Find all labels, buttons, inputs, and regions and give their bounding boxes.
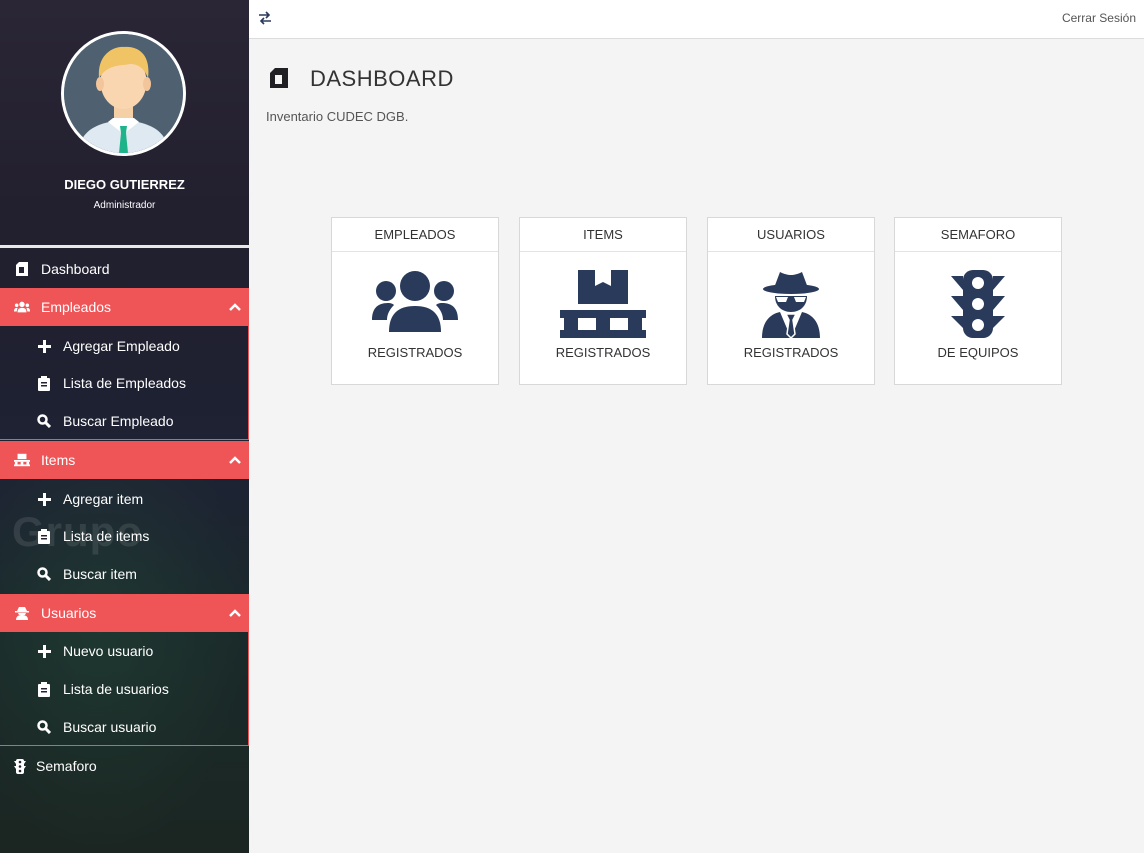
clipboard-icon: [36, 375, 52, 391]
profile-name: DIEGO GUTIERREZ: [64, 177, 185, 192]
users-icon: [332, 270, 498, 338]
user-secret-icon: [708, 270, 874, 338]
pallet-icon: [14, 452, 30, 468]
sidebar-section-empleados[interactable]: Empleados: [0, 288, 249, 326]
plus-icon: [36, 643, 52, 659]
traffic-light-icon: [12, 758, 28, 774]
chevron-up-icon: [227, 605, 243, 621]
clipboard-icon: [36, 681, 52, 697]
avatar: [61, 31, 186, 156]
sidebar-item-semaforo[interactable]: Semaforo: [0, 747, 249, 785]
sidebar-section-label: Empleados: [41, 299, 112, 315]
sidebar-item-buscar-usuario[interactable]: Buscar usuario: [0, 708, 249, 746]
users-icon: [14, 299, 30, 315]
sidebar-item-lista-empleados[interactable]: Lista de Empleados: [0, 364, 249, 402]
page-subtitle: Inventario CUDEC DGB.: [266, 109, 409, 124]
sidebar: Grupo DIEGO GUTIERREZ Administrador Dash…: [0, 0, 249, 853]
pallet-icon: [520, 270, 686, 338]
card-usuarios[interactable]: USUARIOS REGISTRADOS: [707, 217, 875, 385]
sidebar-item-label: Dashboard: [41, 261, 110, 277]
traffic-light-icon: [895, 270, 1061, 338]
sidebar-item-label: Lista de usuarios: [63, 681, 169, 697]
sidebar-item-label: Semaforo: [36, 758, 97, 774]
card-semaforo[interactable]: SEMAFORO DE EQUIPOS: [894, 217, 1062, 385]
sidebar-item-agregar-item[interactable]: Agregar item: [0, 480, 249, 518]
profile-panel: DIEGO GUTIERREZ Administrador: [0, 0, 249, 248]
card-items[interactable]: ITEMS REGISTRADOS: [519, 217, 687, 385]
sidebar-item-label: Buscar item: [63, 566, 137, 582]
page-header: DASHBOARD: [268, 64, 454, 94]
logout-link[interactable]: Cerrar Sesión: [1062, 11, 1136, 25]
sidebar-section-usuarios[interactable]: Usuarios: [0, 594, 249, 632]
search-icon: [36, 566, 52, 582]
sidebar-item-label: Buscar usuario: [63, 719, 157, 735]
card-title: EMPLEADOS: [332, 218, 498, 252]
sidebar-section-items[interactable]: Items: [0, 441, 249, 479]
sidebar-item-agregar-empleado[interactable]: Agregar Empleado: [0, 327, 249, 365]
dashboard-icon: [14, 261, 30, 277]
sidebar-item-lista-items[interactable]: Lista de items: [0, 517, 249, 555]
sidebar-item-lista-usuarios[interactable]: Lista de usuarios: [0, 670, 249, 708]
sidebar-section-label: Usuarios: [41, 605, 97, 621]
sidebar-item-label: Nuevo usuario: [63, 643, 154, 659]
sidebar-item-label: Lista de Empleados: [63, 375, 186, 391]
user-secret-icon: [14, 605, 30, 621]
card-title: USUARIOS: [708, 218, 874, 252]
search-icon: [36, 413, 52, 429]
sidebar-item-buscar-empleado[interactable]: Buscar Empleado: [0, 402, 249, 440]
sidebar-item-label: Lista de items: [63, 528, 150, 544]
sidebar-toggle-icon[interactable]: [258, 11, 274, 27]
sidebar-item-label: Agregar item: [63, 491, 144, 507]
card-footer: REGISTRADOS: [555, 345, 651, 360]
chevron-up-icon: [227, 452, 243, 468]
plus-icon: [36, 491, 52, 507]
card-footer: DE EQUIPOS: [937, 345, 1019, 360]
sidebar-item-nuevo-usuario[interactable]: Nuevo usuario: [0, 632, 249, 670]
plus-icon: [36, 338, 52, 354]
search-icon: [36, 719, 52, 735]
sidebar-item-dashboard[interactable]: Dashboard: [0, 250, 249, 288]
topbar: Cerrar Sesión: [249, 0, 1144, 39]
card-title: SEMAFORO: [895, 218, 1061, 252]
profile-role: Administrador: [93, 200, 156, 211]
card-footer: REGISTRADOS: [367, 345, 463, 360]
page-title: DASHBOARD: [310, 66, 454, 91]
chevron-up-icon: [227, 299, 243, 315]
dashboard-icon: [268, 67, 292, 91]
card-title: ITEMS: [520, 218, 686, 252]
sidebar-item-label: Buscar Empleado: [63, 413, 174, 429]
sidebar-item-label: Agregar Empleado: [63, 338, 180, 354]
card-empleados[interactable]: EMPLEADOS REGISTRADOS: [331, 217, 499, 385]
sidebar-item-buscar-item[interactable]: Buscar item: [0, 555, 249, 593]
clipboard-icon: [36, 528, 52, 544]
card-footer: REGISTRADOS: [743, 345, 839, 360]
sidebar-section-label: Items: [41, 452, 76, 468]
